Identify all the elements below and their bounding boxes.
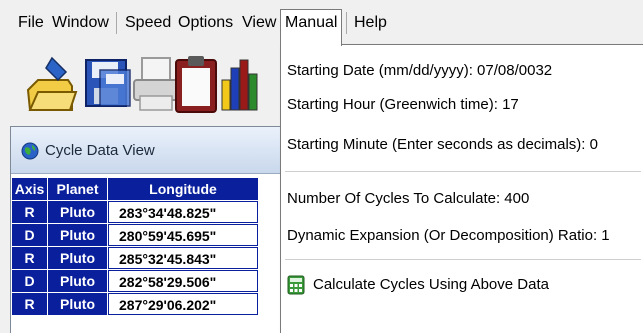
menu-options[interactable]: Options bbox=[174, 10, 237, 36]
longitude-cell: 280°59'45.695" bbox=[108, 224, 258, 246]
menu-bar: File Window Speed Options View Manual He… bbox=[0, 0, 643, 47]
planet-cell: Pluto bbox=[48, 224, 108, 246]
window-title: Cycle Data View bbox=[45, 142, 155, 159]
planet-cell: Pluto bbox=[48, 201, 108, 223]
longitude-cell: 287°29'06.202" bbox=[108, 293, 258, 315]
axis-cell: D bbox=[12, 224, 48, 246]
planet-cell: Pluto bbox=[48, 293, 108, 315]
menu-speed[interactable]: Speed bbox=[121, 10, 175, 36]
calculator-icon bbox=[287, 275, 305, 295]
axis-cell: R bbox=[12, 293, 48, 315]
menu-separator bbox=[285, 259, 641, 260]
menu-file[interactable]: File bbox=[14, 10, 48, 36]
menu-item-number-of-cycles[interactable]: Number Of Cycles To Calculate: 400 bbox=[287, 185, 529, 213]
menu-view[interactable]: View bbox=[238, 10, 280, 36]
app-window: File Window Speed Options View Manual He… bbox=[0, 0, 643, 333]
manual-menu-dropdown: Starting Date (mm/dd/yyyy): 07/08/0032 S… bbox=[280, 44, 643, 333]
chart-icon bbox=[221, 59, 258, 111]
longitude-cell: 282°58'29.506" bbox=[108, 270, 258, 292]
menu-window[interactable]: Window bbox=[48, 10, 113, 36]
menu-separator bbox=[116, 12, 117, 34]
longitude-cell: 285°32'45.843" bbox=[108, 247, 258, 269]
globe-icon bbox=[21, 142, 39, 160]
axis-cell: R bbox=[12, 201, 48, 223]
column-header-longitude[interactable]: Longitude bbox=[108, 178, 258, 200]
menu-manual[interactable]: Manual bbox=[280, 9, 343, 46]
menu-item-expansion-ratio[interactable]: Dynamic Expansion (Or Decomposition) Rat… bbox=[287, 222, 610, 250]
menu-item-starting-hour[interactable]: Starting Hour (Greenwich time): 17 bbox=[287, 91, 519, 119]
menu-help[interactable]: Help bbox=[350, 10, 391, 36]
menu-item-starting-minute[interactable]: Starting Minute (Enter seconds as decima… bbox=[287, 131, 598, 159]
menu-separator bbox=[346, 12, 347, 34]
axis-cell: D bbox=[12, 270, 48, 292]
open-folder-icon bbox=[26, 56, 78, 111]
planet-cell: Pluto bbox=[48, 270, 108, 292]
chart-button[interactable] bbox=[216, 50, 272, 118]
longitude-cell: 283°34'48.825" bbox=[108, 201, 258, 223]
menu-item-starting-date[interactable]: Starting Date (mm/dd/yyyy): 07/08/0032 bbox=[287, 57, 552, 85]
column-header-axis[interactable]: Axis bbox=[12, 178, 48, 200]
column-header-planet[interactable]: Planet bbox=[48, 178, 108, 200]
menu-separator bbox=[285, 171, 641, 172]
axis-cell: R bbox=[12, 247, 48, 269]
planet-cell: Pluto bbox=[48, 247, 108, 269]
calculate-cycles-label: Calculate Cycles Using Above Data bbox=[313, 276, 549, 293]
menu-item-calculate-cycles[interactable]: Calculate Cycles Using Above Data bbox=[287, 271, 637, 299]
open-folder-button[interactable] bbox=[22, 50, 78, 118]
